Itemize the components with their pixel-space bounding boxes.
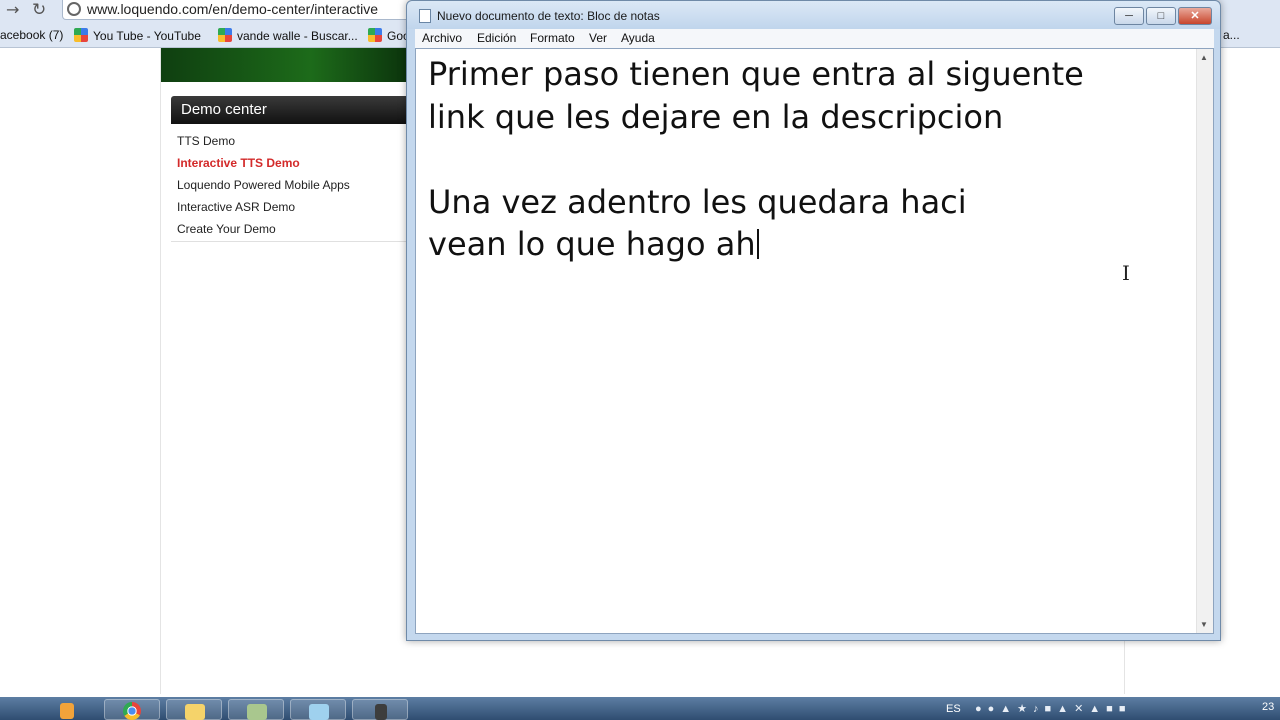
close-icon: ✕: [1190, 10, 1200, 22]
explorer-folder-icon[interactable]: [166, 699, 222, 720]
back-arrow-icon[interactable]: →: [6, 0, 19, 20]
close-button[interactable]: ✕: [1178, 7, 1212, 25]
window-title: Nuevo documento de texto: Bloc de notas: [437, 9, 660, 23]
bookmark-youtube[interactable]: You Tube - YouTube: [74, 28, 201, 43]
maximize-icon: □: [1157, 10, 1165, 22]
ibeam-cursor-icon: I: [1122, 261, 1130, 285]
demo-center-links: TTS Demo Interactive TTS Demo Loquendo P…: [171, 124, 410, 240]
demo-center-panel: Demo center TTS Demo Interactive TTS Dem…: [171, 96, 411, 242]
menu-bar: Archivo Edición Formato Ver Ayuda: [415, 29, 1214, 48]
minimize-button[interactable]: ─: [1114, 7, 1144, 25]
globe-icon: [67, 2, 81, 16]
minimize-icon: ─: [1125, 10, 1133, 22]
link-mobile-apps[interactable]: Loquendo Powered Mobile Apps: [177, 174, 410, 196]
link-interactive-asr-demo[interactable]: Interactive ASR Demo: [177, 196, 410, 218]
google-icon: [74, 28, 88, 42]
tool-icon[interactable]: [352, 699, 408, 720]
vertical-scrollbar[interactable]: ▲ ▼: [1196, 49, 1213, 633]
menu-formato[interactable]: Formato: [530, 31, 575, 45]
google-icon: [368, 28, 382, 42]
notepad-window: Nuevo documento de texto: Bloc de notas …: [406, 0, 1221, 641]
menu-ver[interactable]: Ver: [589, 31, 607, 45]
bookmark-vande-walle[interactable]: vande walle - Buscar...: [218, 28, 358, 43]
scroll-down-icon[interactable]: ▼: [1200, 620, 1208, 629]
link-create-your-demo[interactable]: Create Your Demo: [177, 218, 410, 240]
link-interactive-tts-demo[interactable]: Interactive TTS Demo: [177, 152, 410, 174]
maximize-button[interactable]: □: [1146, 7, 1176, 25]
notepad-titlebar[interactable]: Nuevo documento de texto: Bloc de notas …: [407, 1, 1220, 29]
scroll-up-icon[interactable]: ▲: [1200, 53, 1208, 62]
refresh-icon[interactable]: ↻: [32, 0, 46, 20]
notepad-icon: [419, 9, 431, 23]
text-editor[interactable]: Primer paso tienen que entra al siguente…: [415, 48, 1214, 634]
menu-edicion[interactable]: Edición: [477, 31, 516, 45]
clock[interactable]: 23: [1262, 701, 1274, 713]
menu-ayuda[interactable]: Ayuda: [621, 31, 655, 45]
taskbar: ES ●●▲★♪■▲✕▲■■ 23: [0, 697, 1280, 720]
demo-center-header: Demo center: [171, 96, 410, 124]
bookmark-facebook[interactable]: acebook (7): [0, 28, 63, 42]
site-banner: [161, 48, 411, 82]
bookmark-label: You Tube - YouTube: [93, 29, 201, 43]
text-caret: [756, 229, 759, 259]
app-icon[interactable]: [228, 699, 284, 720]
start-orb-icon[interactable]: [40, 699, 96, 720]
chrome-icon[interactable]: [104, 699, 160, 720]
bookmark-overflow[interactable]: a...: [1221, 24, 1280, 48]
notepad-taskbar-icon[interactable]: [290, 699, 346, 720]
language-indicator[interactable]: ES: [946, 703, 961, 715]
editor-content[interactable]: Primer paso tienen que entra al siguente…: [428, 53, 1188, 266]
bookmark-label: vande walle - Buscar...: [237, 29, 358, 43]
menu-archivo[interactable]: Archivo: [422, 31, 462, 45]
bookmark-google[interactable]: Goo: [368, 28, 410, 43]
google-icon: [218, 28, 232, 42]
system-tray-icons[interactable]: ●●▲★♪■▲✕▲■■: [975, 702, 1235, 716]
link-tts-demo[interactable]: TTS Demo: [177, 130, 410, 152]
url-text: www.loquendo.com/en/demo-center/interact…: [87, 1, 379, 17]
